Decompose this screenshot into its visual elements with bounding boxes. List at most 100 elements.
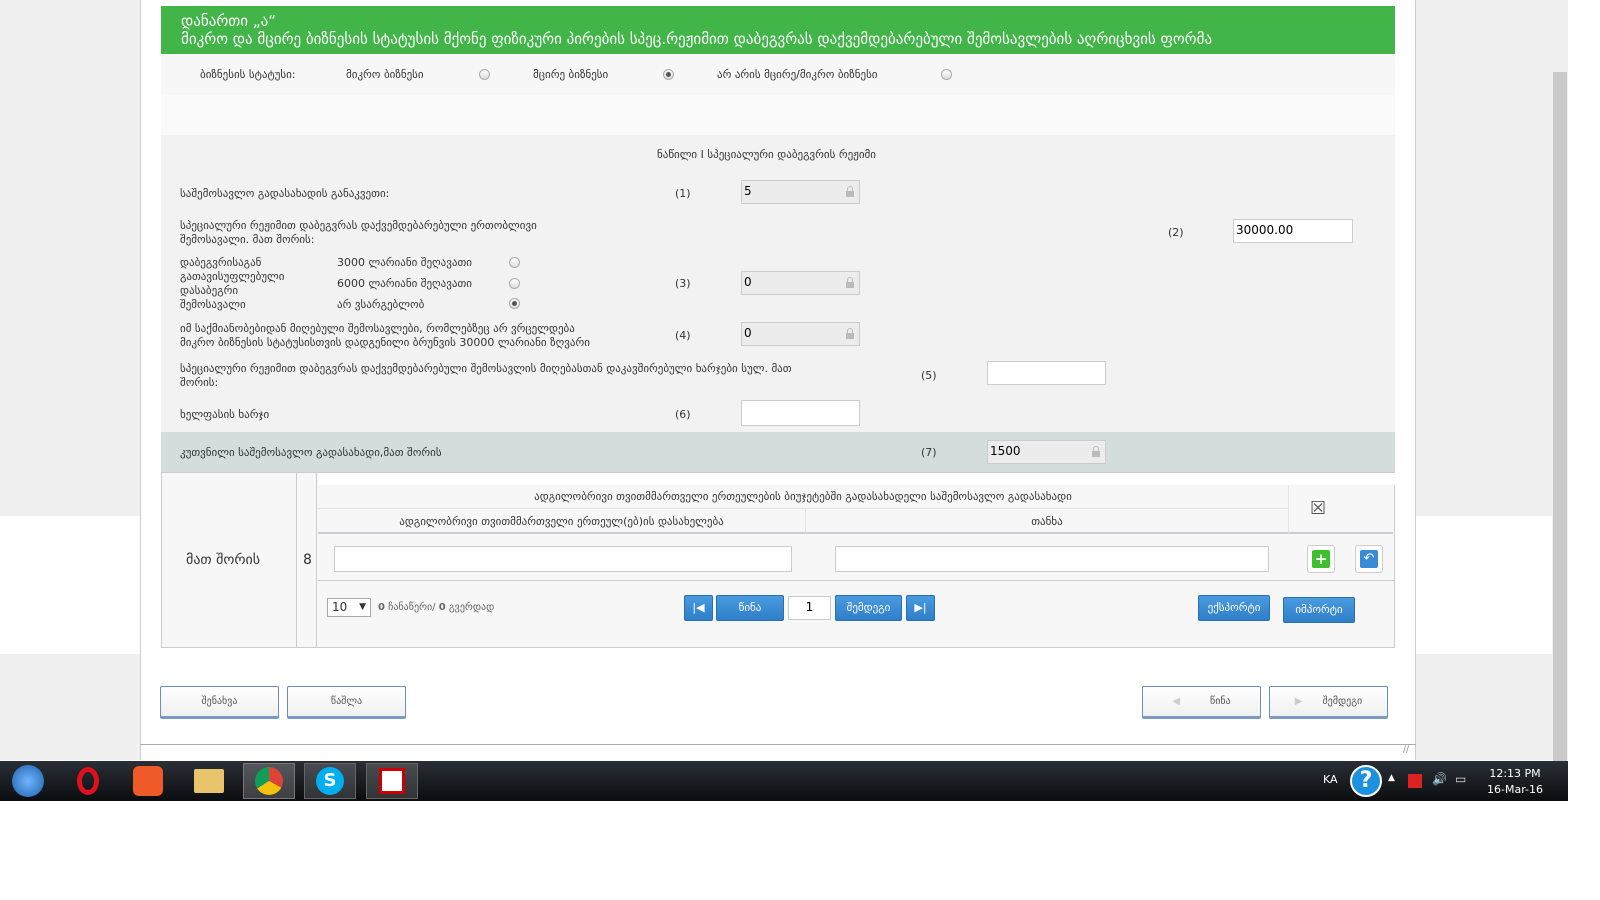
background <box>0 0 140 516</box>
row7-label: კუთვნილი საშემოსავლო გადასახადი,მათ შორი… <box>180 446 442 459</box>
undo-button[interactable]: ↶ <box>1355 545 1383 573</box>
first-page-button[interactable]: |◀ <box>684 595 713 621</box>
scrollbar-thumb[interactable] <box>1553 72 1567 762</box>
spacer <box>161 95 1395 135</box>
income-tax-input[interactable]: 1500 <box>987 440 1106 464</box>
save-button[interactable]: შენახვა <box>160 686 279 719</box>
exemption-option-label: 3000 ლარიანი შეღავათი <box>337 256 472 269</box>
row4-label: მიკრო ბიზნესის სტატუსისთვის დადგენილი ბრ… <box>180 336 590 349</box>
tax-rate-value: 5 <box>744 184 752 198</box>
row3-label: დასაბეგრი <box>180 284 239 297</box>
row1-label: საშემოსავლო გადასახადის განაკვეთი: <box>180 187 390 200</box>
group-header: ადგილობრივი თვითმმართველი ერთეულების ბიუ… <box>318 485 1288 509</box>
total-income-input[interactable]: 30000.00 <box>1233 219 1353 243</box>
undo-icon: ↶ <box>1360 550 1378 568</box>
other-income-input[interactable]: 0 <box>741 322 860 346</box>
plus-icon: + <box>1312 550 1330 568</box>
taskbar-opera[interactable] <box>62 763 114 799</box>
header-title: დანართი „ა“ <box>181 12 276 30</box>
exemption-radio-none[interactable] <box>509 298 520 309</box>
forward-button[interactable]: ▶ შემდეგი <box>1269 686 1388 719</box>
expenses-input[interactable] <box>987 361 1106 385</box>
municipality-name-input[interactable] <box>334 546 792 572</box>
status-radio-none[interactable] <box>941 69 952 80</box>
page-size-select[interactable]: 10 ▼ <box>327 598 371 617</box>
taskbar-app2[interactable] <box>366 763 418 799</box>
row3-label: გათავისუფლებული <box>180 270 285 283</box>
exemption-radio-6000[interactable] <box>509 278 520 289</box>
scrollbar-track[interactable] <box>1552 0 1568 762</box>
column-header-amount: თანხა <box>806 509 1288 534</box>
section-title: ნაწილი I სპეციალური დაბეგვრის რეჟიმი <box>657 148 876 161</box>
status-label: ბიზნესის სტატუსი: <box>200 68 296 81</box>
page-number-input[interactable]: 1 <box>788 596 831 620</box>
taskbar-explorer[interactable] <box>183 763 235 799</box>
salary-expense-input[interactable] <box>741 400 860 426</box>
back-button[interactable]: ◀ წინა <box>1142 686 1261 719</box>
import-button[interactable]: იმპორტი <box>1283 597 1355 623</box>
row6-num: (6) <box>675 408 691 421</box>
row1-num: (1) <box>675 187 691 200</box>
tax-rate-input[interactable]: 5 <box>741 180 860 204</box>
row2-num: (2) <box>1168 226 1184 239</box>
form-header: დანართი „ა“ მიკრო და მცირე ბიზნესის სტატ… <box>161 6 1395 54</box>
other-income-value: 0 <box>744 326 752 340</box>
exemption-option-label: არ ვსარგებლობ <box>337 298 425 311</box>
app2-icon <box>379 768 405 794</box>
taskbar-skype[interactable]: S <box>304 763 356 799</box>
taskbar-app[interactable] <box>122 763 174 799</box>
status-radio-small[interactable] <box>663 69 674 80</box>
tray-expand-icon[interactable]: ▲ <box>1388 773 1395 783</box>
records-info: 0 ჩანაწერი/ 0 გვერდად <box>378 602 494 613</box>
special-regime-section: ნაწილი I სპეციალური დაბეგვრის რეჟიმი საშ… <box>161 135 1395 432</box>
status-option-label: არ არის მცირე/მიკრო ბიზნესი <box>717 68 878 81</box>
table-side-num: 8 <box>303 552 312 568</box>
delete-button[interactable]: წაშლა <box>287 686 406 719</box>
row4-label: იმ საქმიანობებიდან მიღებული შემოსავლები,… <box>180 322 575 335</box>
start-button[interactable] <box>2 763 54 799</box>
header-subtitle: მიკრო და მცირე ბიზნესის სტატუსის მქონე ფ… <box>181 30 1213 48</box>
help-icon[interactable]: ? <box>1350 765 1382 797</box>
volume-icon[interactable]: 🔊 <box>1432 772 1447 786</box>
opera-icon <box>77 767 99 795</box>
amount-input[interactable] <box>835 546 1269 572</box>
taskbar: S KA ? ▲ 🔊 ▭ 12:13 PM 16-Mar-16 <box>0 761 1568 801</box>
row4-num: (4) <box>675 329 691 342</box>
row5-num: (5) <box>921 369 937 382</box>
table-side-label: მათ შორის <box>186 552 261 568</box>
pages-count: 0 <box>438 602 446 613</box>
exemption-option-label: 6000 ლარიანი შეღავათი <box>337 277 472 290</box>
exempt-income-input[interactable]: 0 <box>741 271 860 295</box>
last-page-button[interactable]: ▶| <box>906 595 935 621</box>
resize-grip-icon[interactable]: // <box>1403 745 1409 755</box>
chevron-right-icon: ▶ <box>1294 696 1303 707</box>
row3-num: (3) <box>675 277 691 290</box>
taskbar-chrome[interactable] <box>243 763 295 799</box>
tray-app-icon[interactable] <box>1408 774 1422 788</box>
status-option-label: მიკრო ბიზნესი <box>346 68 424 81</box>
exemption-radio-3000[interactable] <box>509 257 520 268</box>
next-page-button[interactable]: შემდეგი <box>835 595 902 621</box>
add-row-button[interactable]: + <box>1307 545 1335 573</box>
network-icon[interactable]: ▭ <box>1455 772 1466 786</box>
chevron-left-icon: ◀ <box>1172 696 1181 707</box>
back-label: წინა <box>1210 696 1231 707</box>
lock-icon <box>1092 446 1100 457</box>
clock-time: 12:13 PM <box>1489 767 1541 780</box>
language-indicator[interactable]: KA <box>1323 773 1338 786</box>
divider <box>140 744 1416 745</box>
prev-page-button[interactable]: წინა <box>716 595 784 621</box>
export-button[interactable]: ექსპორტი <box>1198 595 1270 621</box>
row2-label: შემოსავალი. მათ შორის: <box>180 233 315 246</box>
background <box>1416 0 1552 516</box>
status-radio-micro[interactable] <box>479 69 490 80</box>
dropdown-arrow-icon: ▼ <box>359 602 366 612</box>
clock-date: 16-Mar-16 <box>1487 783 1543 796</box>
clear-filter-icon[interactable]: ☒ <box>1310 498 1326 519</box>
row3-label: დაბეგვრისაგან <box>180 256 262 269</box>
records-count: 0 <box>378 602 385 613</box>
status-option-label: მცირე ბიზნესი <box>533 68 609 81</box>
page-size-value: 10 <box>332 600 348 614</box>
clock[interactable]: 12:13 PM 16-Mar-16 <box>1480 766 1550 798</box>
pages-text: გვერდად <box>448 602 495 613</box>
